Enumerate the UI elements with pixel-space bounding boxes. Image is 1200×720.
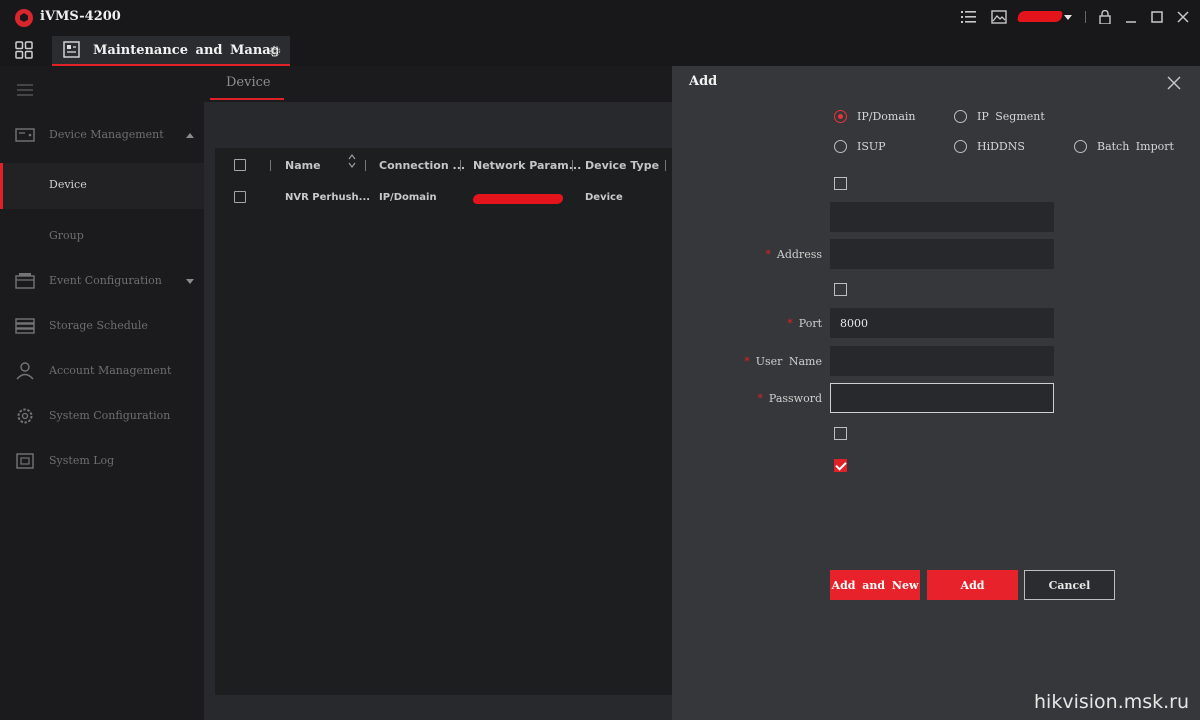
close-icon[interactable] (1175, 10, 1191, 24)
option-checkbox[interactable] (834, 283, 847, 296)
main-tab-label: Maintenance and Management (93, 43, 278, 58)
title-bar: iVMS-4200 (0, 0, 1200, 34)
cell-name: NVR Perhush... (285, 192, 371, 203)
dialog-title: Add (689, 74, 718, 89)
tab-settings-icon[interactable] (268, 44, 282, 58)
sidebar-item-group[interactable]: Group (0, 214, 204, 260)
column-header-name[interactable]: Name (285, 159, 321, 172)
password-field[interactable] (830, 383, 1054, 413)
watermark: hikvision.msk.ru (1034, 691, 1190, 713)
sidebar-item-label: System Log (49, 454, 115, 467)
cancel-button[interactable]: Cancel (1024, 570, 1115, 600)
sidebar-item-system-configuration[interactable]: System Configuration (0, 394, 204, 438)
column-divider (665, 160, 666, 171)
sort-icon[interactable] (348, 153, 356, 169)
sidebar-item-label: Storage Schedule (49, 319, 148, 332)
username-label: * User Name (744, 355, 822, 368)
sidebar-item-label: Device Management (49, 128, 164, 141)
sidebar-item-account-management[interactable]: Account Management (0, 349, 204, 393)
add-button[interactable]: Add (927, 570, 1018, 600)
radio-isup[interactable] (834, 140, 847, 153)
user-name-redacted[interactable] (1017, 11, 1063, 22)
chevron-down-icon (186, 279, 194, 284)
add-and-new-button[interactable]: Add and New (830, 570, 920, 600)
username-field[interactable] (830, 346, 1054, 376)
maintenance-icon (63, 41, 80, 58)
sidebar-item-label: Event Configuration (49, 274, 162, 287)
radio-isup-label: ISUP (857, 140, 886, 153)
table-row[interactable]: NVR Perhush... IP/Domain Device (215, 182, 672, 212)
table-header: Name Connection ... Network Param... Dev… (215, 148, 672, 182)
sidebar-item-event-configuration[interactable]: Event Configuration (0, 259, 204, 303)
app-title: iVMS-4200 (40, 9, 121, 24)
cell-device-type: Device (585, 192, 623, 203)
radio-hiddns[interactable] (954, 140, 967, 153)
password-label: * Password (757, 392, 822, 405)
radio-batch-import-label: Batch Import (1097, 140, 1174, 153)
radio-ip-domain-label: IP/Domain (857, 110, 916, 123)
account-icon (16, 362, 34, 380)
option-checkbox[interactable] (834, 177, 847, 190)
cell-connection: IP/Domain (379, 192, 437, 203)
column-divider (572, 160, 573, 171)
sidebar-item-storage-schedule[interactable]: Storage Schedule (0, 304, 204, 348)
image-icon[interactable] (991, 10, 1007, 24)
column-divider (365, 160, 366, 171)
tab-bar: Maintenance and Management (0, 34, 1200, 66)
address-label: * Address (765, 248, 822, 261)
lock-icon[interactable] (1097, 10, 1113, 24)
tab-device[interactable]: Device (210, 66, 284, 100)
content-area: Device Name Connection ... Network Param… (204, 66, 672, 720)
tab-device-label: Device (226, 75, 271, 90)
app-logo-icon (15, 9, 33, 27)
sidebar-item-device[interactable]: Device (0, 163, 204, 209)
column-header-device-type[interactable]: Device Type (585, 159, 659, 172)
list-icon[interactable] (961, 10, 977, 24)
name-field[interactable] (830, 202, 1054, 232)
column-header-connection[interactable]: Connection ... (379, 159, 465, 172)
radio-hiddns-label: HiDDNS (977, 140, 1025, 153)
radio-ip-segment-label: IP Segment (977, 110, 1045, 123)
chevron-down-icon[interactable] (1064, 15, 1072, 20)
storage-schedule-icon (15, 318, 35, 334)
column-divider (270, 160, 271, 171)
radio-batch-import[interactable] (1074, 140, 1087, 153)
column-header-network-params[interactable]: Network Param... (473, 159, 581, 172)
device-management-icon (15, 128, 35, 142)
hamburger-menu-icon[interactable] (17, 84, 33, 96)
select-all-checkbox[interactable] (234, 159, 246, 171)
sidebar-item-label: System Configuration (49, 409, 171, 422)
maximize-icon[interactable] (1149, 10, 1165, 24)
module-grid-icon[interactable] (15, 41, 33, 59)
port-field[interactable] (830, 308, 1054, 338)
column-divider (460, 160, 461, 171)
port-label: * Port (787, 317, 822, 330)
sidebar-item-device-management[interactable]: Device Management (0, 113, 204, 157)
sidebar: Device Management Device Group Event Con… (0, 66, 204, 720)
system-log-icon (16, 453, 34, 469)
radio-ip-domain[interactable] (834, 110, 847, 123)
tab-maintenance-and-management[interactable]: Maintenance and Management (52, 36, 290, 66)
add-device-dialog: Add IP/Domain IP Segment ISUP HiDDNS Bat… (672, 66, 1200, 720)
chevron-up-icon (186, 133, 194, 138)
cell-network-params-redacted (472, 194, 564, 204)
minimize-icon[interactable] (1123, 10, 1139, 24)
address-field[interactable] (830, 239, 1054, 269)
title-bar-divider (1085, 11, 1086, 23)
radio-ip-segment[interactable] (954, 110, 967, 123)
device-table: Name Connection ... Network Param... Dev… (215, 148, 672, 695)
row-checkbox[interactable] (234, 191, 246, 203)
option-checkbox-checked[interactable] (834, 459, 847, 472)
content-tab-bar: Device (204, 66, 672, 102)
sidebar-item-label: Group (49, 229, 84, 242)
sidebar-item-label: Account Management (49, 364, 172, 377)
sidebar-item-system-log[interactable]: System Log (0, 439, 204, 483)
close-icon[interactable] (1167, 76, 1181, 90)
gear-icon (17, 408, 33, 424)
event-configuration-icon (15, 273, 35, 289)
option-checkbox[interactable] (834, 427, 847, 440)
sidebar-item-label: Device (49, 178, 87, 191)
